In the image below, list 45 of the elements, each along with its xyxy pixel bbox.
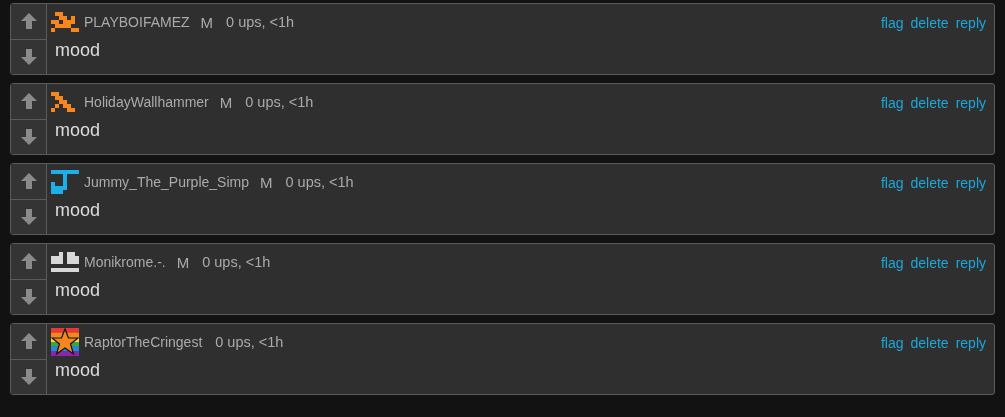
mobile-label: M: [200, 13, 214, 31]
comment-meta: 0 ups, <1h: [285, 174, 354, 190]
action-link[interactable]: flag: [880, 175, 904, 191]
upvote-button[interactable]: [11, 324, 46, 359]
action-link[interactable]: reply: [955, 175, 986, 191]
mobile-label: M: [176, 253, 190, 271]
star-icon: [51, 328, 79, 356]
downvote-button[interactable]: [11, 278, 46, 314]
downvote-button[interactable]: [11, 198, 46, 234]
mobile-label: M: [259, 173, 273, 191]
action-link[interactable]: flag: [880, 335, 904, 351]
username-link[interactable]: HolidayWallhammer: [84, 94, 209, 110]
comment-text: mood: [55, 360, 102, 381]
mobile-label: M: [219, 93, 233, 111]
action-link[interactable]: delete: [910, 335, 949, 351]
action-link[interactable]: flag: [880, 95, 904, 111]
username-link[interactable]: PLAYBOIFAMEZ: [84, 14, 190, 30]
upvote-button[interactable]: [11, 244, 46, 279]
comment-text: mood: [55, 200, 102, 221]
action-link[interactable]: delete: [910, 255, 949, 271]
comment-text: mood: [55, 280, 102, 301]
username-link[interactable]: Monikrome.-.: [84, 254, 166, 270]
action-link[interactable]: reply: [955, 95, 986, 111]
action-link[interactable]: delete: [910, 15, 949, 31]
action-link[interactable]: reply: [955, 255, 986, 271]
action-link[interactable]: delete: [910, 95, 949, 111]
action-link[interactable]: flag: [880, 15, 904, 31]
comment-text: mood: [55, 40, 102, 61]
downvote-button[interactable]: [11, 118, 46, 154]
action-link[interactable]: flag: [880, 255, 904, 271]
downvote-button[interactable]: [11, 38, 46, 74]
upvote-button[interactable]: [11, 164, 46, 199]
action-link[interactable]: reply: [955, 335, 986, 351]
comment-meta: 0 ups, <1h: [245, 94, 314, 110]
comment-text: mood: [55, 120, 102, 141]
comment-meta: 0 ups, <1h: [202, 254, 271, 270]
upvote-button[interactable]: [11, 84, 46, 119]
action-link[interactable]: delete: [910, 175, 949, 191]
action-link[interactable]: reply: [955, 15, 986, 31]
comment-meta: 0 ups, <1h: [215, 334, 284, 350]
username-link[interactable]: RaptorTheCringest: [84, 334, 203, 350]
comment-meta: 0 ups, <1h: [226, 14, 295, 30]
upvote-button[interactable]: [11, 4, 46, 39]
downvote-button[interactable]: [11, 358, 46, 394]
username-link[interactable]: Jummy_The_Purple_Simp: [84, 174, 249, 190]
